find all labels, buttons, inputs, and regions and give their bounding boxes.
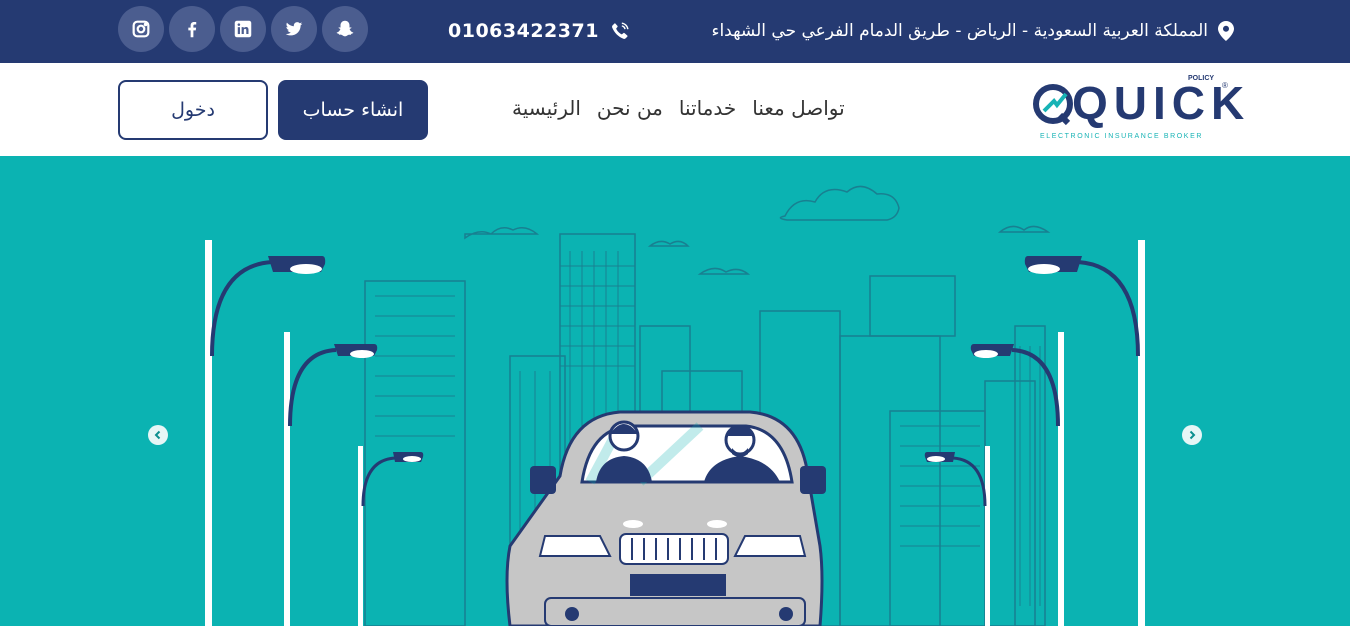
hero-illustration <box>205 185 1145 626</box>
slider-prev-button[interactable] <box>148 425 168 445</box>
chevron-right-icon <box>1189 430 1196 440</box>
quick-policy-logo[interactable]: QUICK POLICY ® ELECTRONIC INSURANCE BROK… <box>1030 75 1244 145</box>
login-button[interactable]: دخول <box>118 80 268 140</box>
nav-link-about[interactable]: من نحن <box>597 96 663 120</box>
logo-policy-text: POLICY <box>1188 75 1215 82</box>
slider-next-button[interactable] <box>1182 425 1202 445</box>
address: المملكة العربية السعودية - الرياض - طريق… <box>711 17 1234 45</box>
location-pin-icon <box>1218 21 1234 41</box>
main-navbar: دخول انشاء حساب الرئيسية من نحن خدماتنا … <box>0 63 1350 156</box>
top-bar: 01063422371 المملكة العربية السعودية - ا… <box>0 0 1350 63</box>
logo-tagline: ELECTRONIC INSURANCE BROKER <box>1040 133 1203 140</box>
phone-number: 01063422371 <box>448 20 599 42</box>
nav-links: الرئيسية من نحن خدماتنا تواصل معنا <box>512 96 845 120</box>
nav-link-services[interactable]: خدماتنا <box>679 96 736 120</box>
phone-contact[interactable]: 01063422371 <box>448 17 631 45</box>
nav-link-contact[interactable]: تواصل معنا <box>752 96 844 120</box>
phone-icon <box>611 22 629 39</box>
address-text: المملكة العربية السعودية - الرياض - طريق… <box>711 21 1208 41</box>
instagram-icon[interactable] <box>118 6 164 52</box>
twitter-icon[interactable] <box>271 6 317 52</box>
logo-q-mark <box>1033 84 1073 126</box>
registered-mark: ® <box>1222 81 1228 90</box>
hero-slider <box>0 156 1350 626</box>
linkedin-icon[interactable] <box>220 6 266 52</box>
nav-link-home[interactable]: الرئيسية <box>512 96 581 120</box>
snapchat-icon[interactable] <box>322 6 368 52</box>
signup-button[interactable]: انشاء حساب <box>278 80 428 140</box>
car-illustration <box>505 410 826 626</box>
chevron-left-icon <box>154 430 161 440</box>
facebook-icon[interactable] <box>169 6 215 52</box>
